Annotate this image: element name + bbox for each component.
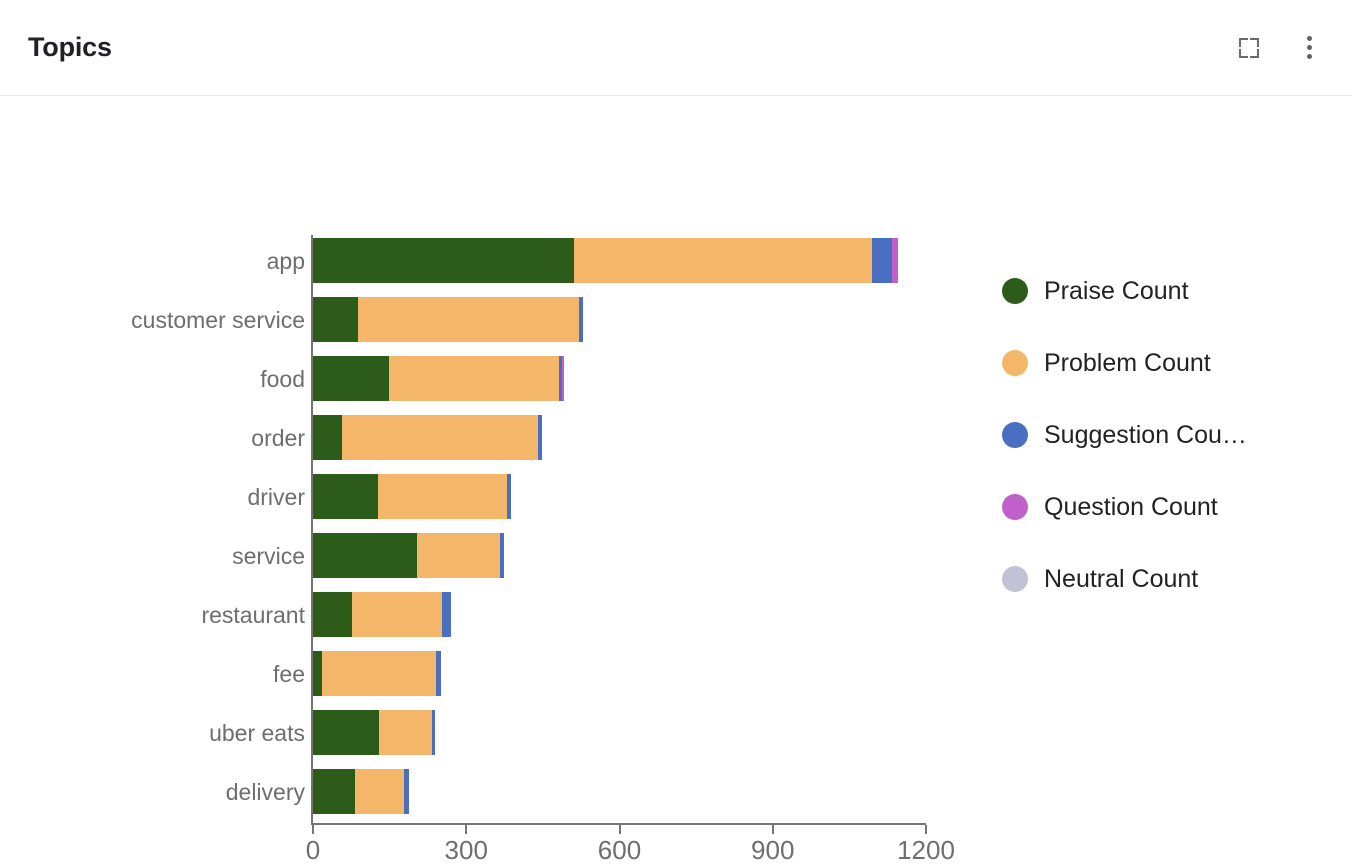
bar-segment[interactable]	[891, 238, 898, 283]
legend-color-swatch	[1002, 566, 1028, 592]
bar-row[interactable]	[0, 474, 990, 519]
chart-legend: Praise Count Problem Count Suggestion Cou……	[1002, 255, 1332, 615]
legend-label: Suggestion Cou…	[1044, 420, 1247, 449]
bar-segment[interactable]	[313, 769, 355, 814]
legend-item[interactable]: Question Count	[1002, 471, 1332, 543]
bar-segment[interactable]	[436, 651, 442, 696]
bar-segment[interactable]	[342, 415, 539, 460]
bar-row[interactable]	[0, 297, 990, 342]
bar-segment[interactable]	[313, 297, 358, 342]
bar-segment[interactable]	[313, 356, 390, 401]
legend-label: Question Count	[1044, 492, 1218, 521]
bar-segment[interactable]	[578, 297, 583, 342]
bar-segment[interactable]	[377, 474, 507, 519]
bar-row[interactable]	[0, 415, 990, 460]
card-header: Topics	[0, 0, 1352, 96]
x-axis-tick	[618, 825, 621, 834]
bar-row[interactable]	[0, 238, 990, 283]
x-axis-tick	[925, 825, 927, 834]
fullscreen-icon	[1239, 37, 1259, 58]
page-title: Topics	[28, 32, 112, 62]
topics-chart-card: Topics app customer service food order drive…	[0, 0, 1352, 865]
legend-color-swatch	[1002, 278, 1028, 304]
x-axis-tick-label: 300	[444, 835, 488, 865]
bar-segment[interactable]	[574, 238, 872, 283]
x-axis-tick-label: 1200	[897, 835, 955, 865]
bar-segment[interactable]	[313, 651, 323, 696]
bar-segment[interactable]	[561, 356, 564, 401]
x-axis-tick-label: 0	[305, 835, 321, 865]
bar-row[interactable]	[0, 769, 990, 814]
bar-row[interactable]	[0, 592, 990, 637]
x-axis-tick-label: 600	[597, 835, 642, 865]
bar-segment[interactable]	[389, 356, 559, 401]
bar-segment[interactable]	[538, 415, 543, 460]
legend-color-swatch	[1002, 494, 1028, 520]
legend-item[interactable]: Neutral Count	[1002, 543, 1332, 615]
more-options-button[interactable]	[1294, 33, 1324, 63]
legend-item[interactable]: Suggestion Cou…	[1002, 399, 1332, 471]
bar-row[interactable]	[0, 533, 990, 578]
header-actions	[1234, 33, 1324, 63]
x-axis-tick	[312, 825, 314, 834]
legend-label: Neutral Count	[1044, 564, 1199, 593]
bar-segment[interactable]	[313, 238, 575, 283]
x-axis-tick-label: 900	[751, 835, 795, 865]
bar-segment[interactable]	[313, 533, 418, 578]
bar-segment[interactable]	[313, 474, 378, 519]
bar-segment[interactable]	[442, 592, 451, 637]
bar-segment[interactable]	[871, 238, 892, 283]
legend-color-swatch	[1002, 422, 1028, 448]
bar-segment[interactable]	[354, 769, 404, 814]
bar-row[interactable]	[0, 710, 990, 755]
bar-row[interactable]	[0, 356, 990, 401]
x-axis-tick	[465, 825, 468, 834]
bar-segment[interactable]	[357, 297, 579, 342]
card-body: app customer service food order driver servic…	[0, 96, 1352, 865]
legend-color-swatch	[1002, 350, 1028, 376]
stacked-bar-chart: app customer service food order driver servic…	[0, 96, 990, 865]
bar-segment[interactable]	[417, 533, 501, 578]
legend-item[interactable]: Praise Count	[1002, 255, 1332, 327]
fullscreen-button[interactable]	[1234, 33, 1264, 63]
bar-segment[interactable]	[506, 474, 512, 519]
bar-segment[interactable]	[313, 415, 343, 460]
bar-segment[interactable]	[403, 769, 410, 814]
bar-segment[interactable]	[313, 592, 352, 637]
bar-segment[interactable]	[313, 710, 379, 755]
x-axis-tick	[771, 825, 774, 834]
legend-label: Praise Count	[1044, 276, 1189, 305]
bar-segment[interactable]	[432, 710, 436, 755]
bar-segment[interactable]	[378, 710, 433, 755]
bar-segment[interactable]	[351, 592, 443, 637]
bar-segment[interactable]	[322, 651, 437, 696]
more-vertical-icon	[1306, 36, 1312, 59]
legend-label: Problem Count	[1044, 348, 1211, 377]
bar-segment[interactable]	[500, 533, 504, 578]
legend-item[interactable]: Problem Count	[1002, 327, 1332, 399]
bar-row[interactable]	[0, 651, 990, 696]
